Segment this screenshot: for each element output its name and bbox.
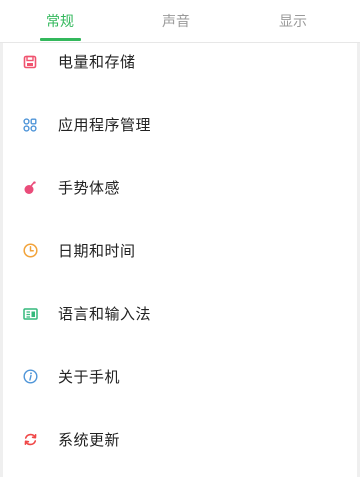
settings-item-about-phone[interactable]: 关于手机 [0, 345, 360, 408]
settings-item-language-input[interactable]: 语言和输入法 [0, 282, 360, 345]
settings-item-label: 语言和输入法 [58, 305, 152, 323]
settings-item-gestures[interactable]: 手势体感 [0, 156, 360, 219]
language-icon [21, 305, 39, 323]
storage-icon [21, 53, 39, 71]
settings-item-label: 日期和时间 [58, 242, 136, 260]
apps-icon [21, 116, 39, 134]
info-icon [21, 368, 39, 386]
settings-item-system-update[interactable]: 系统更新 [0, 408, 360, 471]
gesture-icon [21, 179, 39, 197]
settings-item-date-time[interactable]: 日期和时间 [0, 219, 360, 282]
settings-item-label: 电量和存储 [58, 53, 136, 71]
settings-item-app-management[interactable]: 应用程序管理 [0, 93, 360, 156]
clock-icon [21, 242, 39, 260]
settings-item-power-storage[interactable]: 电量和存储 [0, 30, 360, 93]
refresh-icon [21, 431, 39, 449]
settings-item-label: 应用程序管理 [58, 116, 152, 134]
settings-item-label: 关于手机 [58, 368, 121, 386]
settings-item-label: 手势体感 [58, 179, 121, 197]
settings-item-label: 系统更新 [58, 431, 121, 449]
